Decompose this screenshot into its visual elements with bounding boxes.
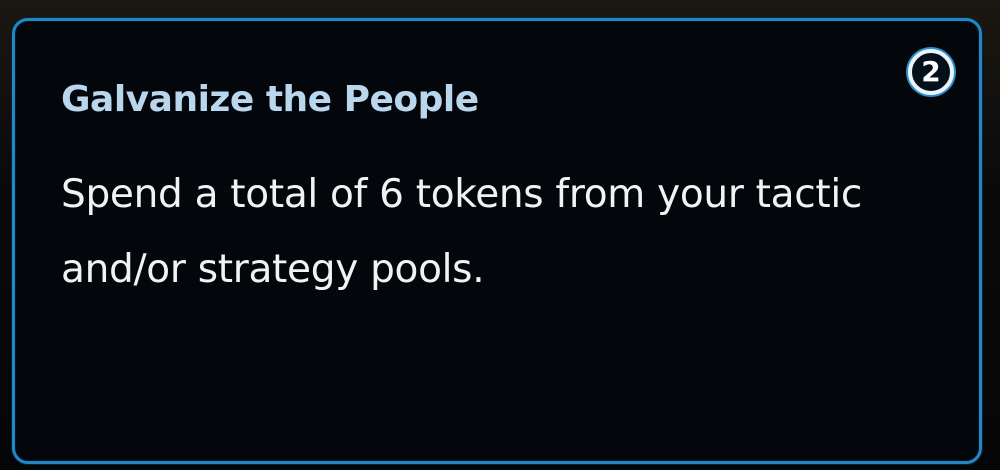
objective-card[interactable]: 2 Galvanize the People Spend a total of … <box>12 18 982 464</box>
objective-title: Galvanize the People <box>61 79 479 120</box>
victory-points-badge: 2 <box>908 49 954 95</box>
objective-description: Spend a total of 6 tokens from your tact… <box>61 172 863 292</box>
game-ui-stage: 2 Galvanize the People Spend a total of … <box>0 0 1000 470</box>
